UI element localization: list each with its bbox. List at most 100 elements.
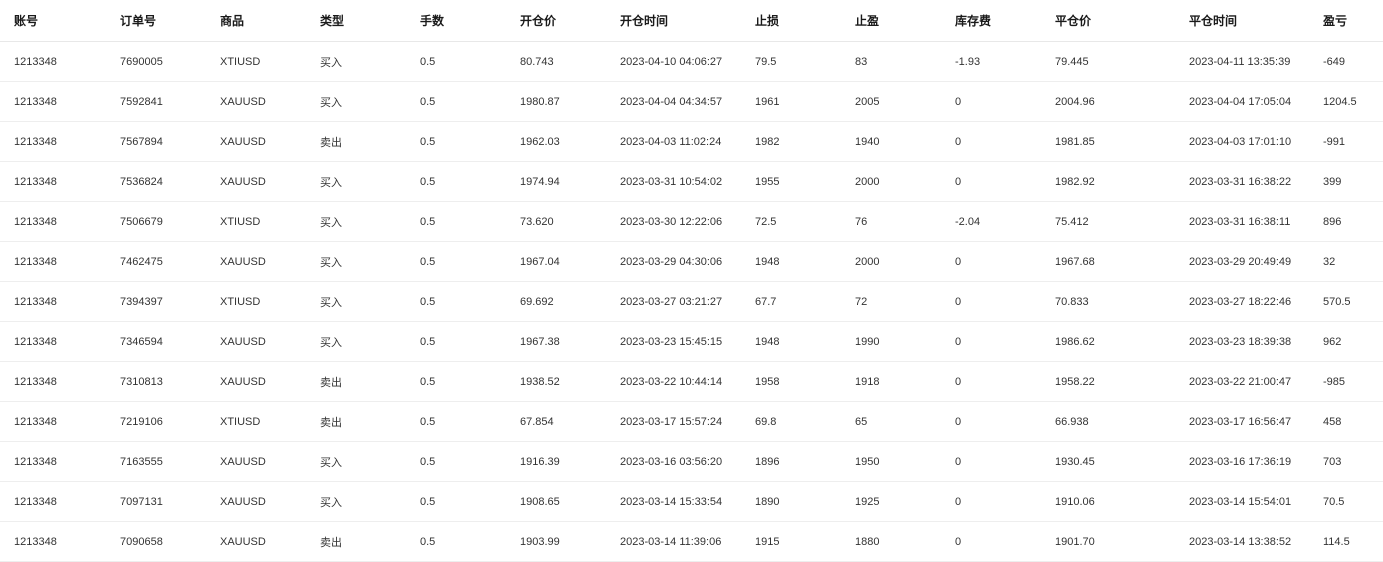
profit-cell: 70.5 — [1309, 481, 1383, 522]
open-time-cell: 2023-03-29 04:30:06 — [606, 241, 741, 282]
stop-loss-cell: 79.5 — [741, 41, 841, 82]
profit-cell: 1204.5 — [1309, 81, 1383, 122]
type-cell: 卖出 — [306, 401, 406, 442]
close-price-cell: 1967.68 — [1041, 241, 1175, 282]
lots-cell: 0.5 — [406, 121, 506, 162]
close-price-cell: 70.833 — [1041, 281, 1175, 322]
order-id-cell: 7506679 — [106, 201, 206, 242]
close-time-cell: 2023-03-14 13:38:52 — [1175, 521, 1309, 562]
take-profit-cell: 1950 — [841, 441, 941, 482]
lots-cell: 0.5 — [406, 521, 506, 562]
account-cell: 1213348 — [0, 121, 106, 162]
close-price-cell: 79.445 — [1041, 41, 1175, 82]
close-price-cell: 2004.96 — [1041, 81, 1175, 122]
close-time-cell: 2023-03-16 17:36:19 — [1175, 441, 1309, 482]
take-profit-cell: 72 — [841, 281, 941, 322]
open-time-cell: 2023-03-23 15:45:15 — [606, 321, 741, 362]
stop-loss-cell: 1915 — [741, 521, 841, 562]
column-header-swap: 库存费 — [941, 0, 1041, 42]
table-row: 1213348 7219106 XTIUSD 卖出 0.5 67.854 2023-03-1… — [0, 401, 1383, 442]
open-time-cell: 2023-03-14 11:39:06 — [606, 521, 741, 562]
order-id-cell: 7163555 — [106, 441, 206, 482]
close-time-cell: 2023-03-17 16:56:47 — [1175, 401, 1309, 442]
table-row: 1213348 7310813 XAUUSD 卖出 0.5 1938.52 2023-03-… — [0, 361, 1383, 402]
profit-cell: 896 — [1309, 201, 1383, 242]
lots-cell: 0.5 — [406, 361, 506, 402]
swap-cell: 0 — [941, 121, 1041, 162]
symbol-cell: XAUUSD — [206, 441, 306, 482]
symbol-cell: XTIUSD — [206, 201, 306, 242]
take-profit-cell: 1918 — [841, 361, 941, 402]
swap-cell: 0 — [941, 321, 1041, 362]
take-profit-cell: 2005 — [841, 81, 941, 122]
open-time-cell: 2023-04-10 04:06:27 — [606, 41, 741, 82]
open-price-cell: 1967.04 — [506, 241, 606, 282]
lots-cell: 0.5 — [406, 401, 506, 442]
close-time-cell: 2023-03-14 15:54:01 — [1175, 481, 1309, 522]
open-price-cell: 67.854 — [506, 401, 606, 442]
stop-loss-cell: 1961 — [741, 81, 841, 122]
symbol-cell: XAUUSD — [206, 361, 306, 402]
open-time-cell: 2023-03-16 03:56:20 — [606, 441, 741, 482]
open-time-cell: 2023-03-30 12:22:06 — [606, 201, 741, 242]
stop-loss-cell: 1890 — [741, 481, 841, 522]
lots-cell: 0.5 — [406, 281, 506, 322]
account-cell: 1213348 — [0, 481, 106, 522]
type-cell: 买入 — [306, 441, 406, 482]
open-time-cell: 2023-03-31 10:54:02 — [606, 161, 741, 202]
take-profit-cell: 1880 — [841, 521, 941, 562]
open-price-cell: 1974.94 — [506, 161, 606, 202]
type-cell: 买入 — [306, 81, 406, 122]
symbol-cell: XAUUSD — [206, 241, 306, 282]
order-id-cell: 7219106 — [106, 401, 206, 442]
take-profit-cell: 65 — [841, 401, 941, 442]
open-time-cell: 2023-03-27 03:21:27 — [606, 281, 741, 322]
close-time-cell: 2023-03-31 16:38:11 — [1175, 201, 1309, 242]
stop-loss-cell: 1955 — [741, 161, 841, 202]
type-cell: 卖出 — [306, 361, 406, 402]
close-time-cell: 2023-04-04 17:05:04 — [1175, 81, 1309, 122]
column-header-account: 账号 — [0, 0, 106, 42]
account-cell: 1213348 — [0, 441, 106, 482]
open-time-cell: 2023-03-14 15:33:54 — [606, 481, 741, 522]
close-price-cell: 1986.62 — [1041, 321, 1175, 362]
swap-cell: 0 — [941, 241, 1041, 282]
open-time-cell: 2023-03-22 10:44:14 — [606, 361, 741, 402]
lots-cell: 0.5 — [406, 441, 506, 482]
column-header-order-id: 订单号 — [106, 0, 206, 42]
table-row: 1213348 7506679 XTIUSD 买入 0.5 73.620 2023-03-3… — [0, 201, 1383, 242]
profit-cell: 32 — [1309, 241, 1383, 282]
take-profit-cell: 76 — [841, 201, 941, 242]
open-price-cell: 80.743 — [506, 41, 606, 82]
swap-cell: -1.93 — [941, 41, 1041, 82]
account-cell: 1213348 — [0, 361, 106, 402]
lots-cell: 0.5 — [406, 81, 506, 122]
close-price-cell: 1930.45 — [1041, 441, 1175, 482]
account-cell: 1213348 — [0, 521, 106, 562]
take-profit-cell: 2000 — [841, 161, 941, 202]
table-header: 账号 订单号 商品 类型 手数 开仓价 开仓时间 止损 止盈 库存费 平仓价 平… — [0, 0, 1383, 42]
column-header-take-profit: 止盈 — [841, 0, 941, 42]
open-price-cell: 1938.52 — [506, 361, 606, 402]
column-header-type: 类型 — [306, 0, 406, 42]
stop-loss-cell: 69.8 — [741, 401, 841, 442]
close-price-cell: 1958.22 — [1041, 361, 1175, 402]
open-price-cell: 1962.03 — [506, 121, 606, 162]
take-profit-cell: 1940 — [841, 121, 941, 162]
account-cell: 1213348 — [0, 201, 106, 242]
order-id-cell: 7462475 — [106, 241, 206, 282]
close-price-cell: 1910.06 — [1041, 481, 1175, 522]
lots-cell: 0.5 — [406, 321, 506, 362]
profit-cell: -991 — [1309, 121, 1383, 162]
order-id-cell: 7090658 — [106, 521, 206, 562]
column-header-open-time: 开仓时间 — [606, 0, 741, 42]
order-id-cell: 7567894 — [106, 121, 206, 162]
account-cell: 1213348 — [0, 281, 106, 322]
close-time-cell: 2023-04-03 17:01:10 — [1175, 121, 1309, 162]
profit-cell: -649 — [1309, 41, 1383, 82]
column-header-lots: 手数 — [406, 0, 506, 42]
open-price-cell: 1916.39 — [506, 441, 606, 482]
order-id-cell: 7394397 — [106, 281, 206, 322]
header-row: 账号 订单号 商品 类型 手数 开仓价 开仓时间 止损 止盈 库存费 平仓价 平… — [0, 0, 1383, 42]
profit-cell: 458 — [1309, 401, 1383, 442]
